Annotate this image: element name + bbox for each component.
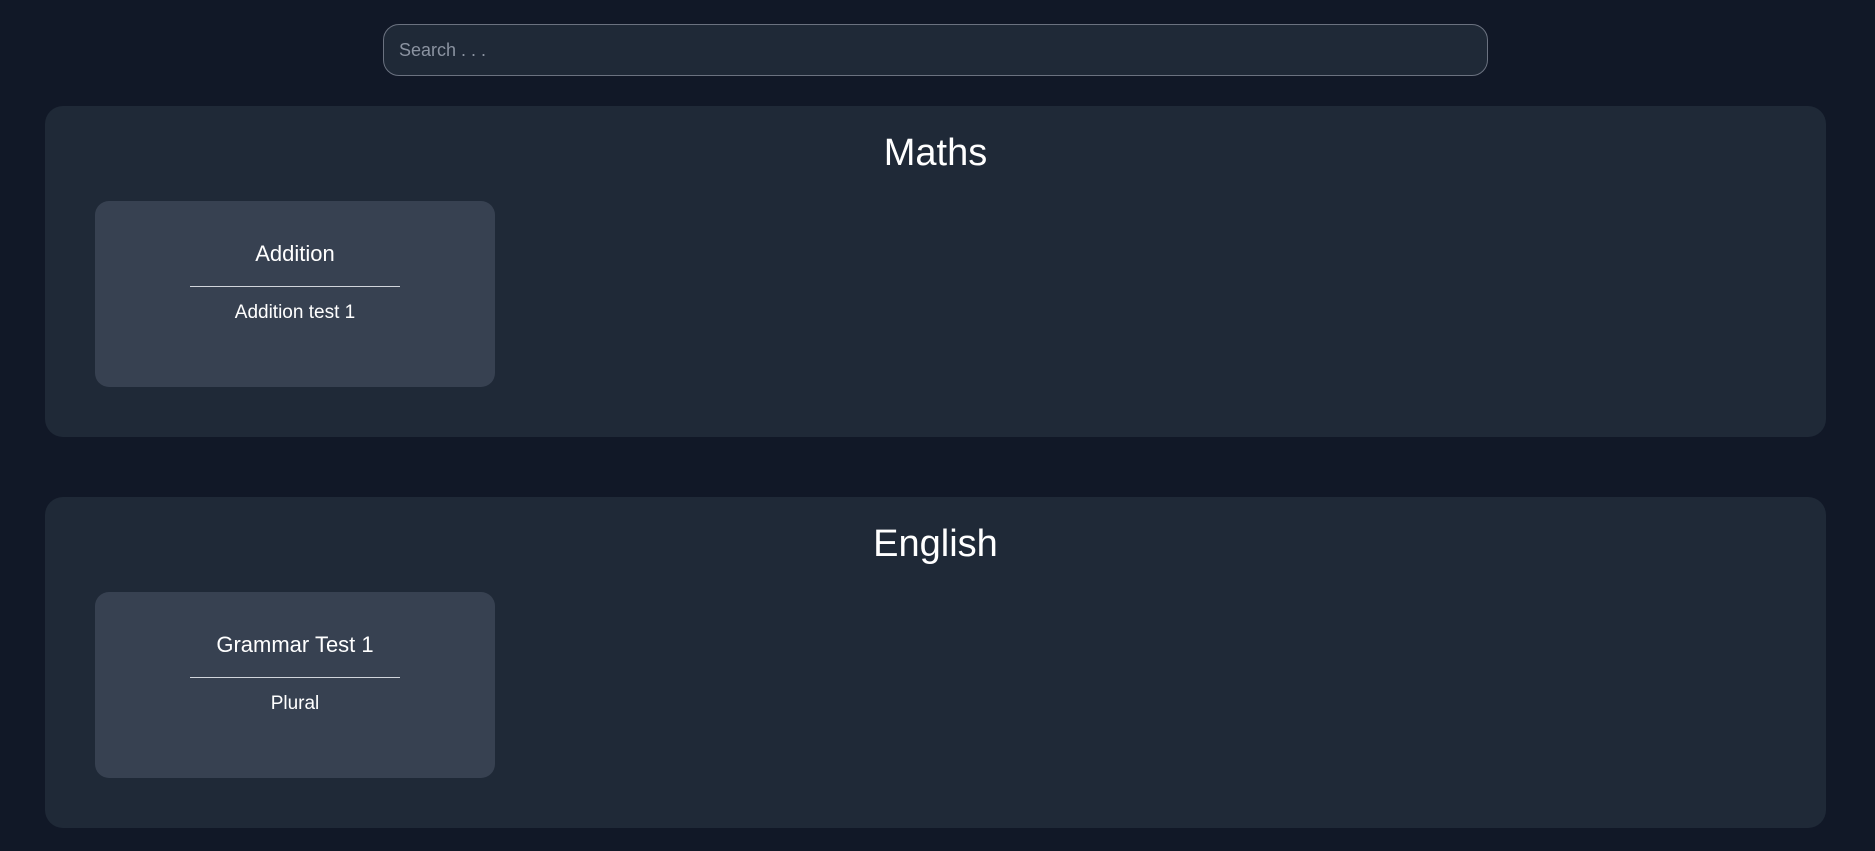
card-title: Grammar Test 1 bbox=[216, 632, 374, 657]
section-title: Maths bbox=[883, 132, 988, 174]
card-subtitle: Plural bbox=[270, 693, 320, 714]
card-divider bbox=[190, 286, 400, 287]
test-card-addition[interactable]: Addition Addition test 1 bbox=[95, 201, 495, 387]
search-input[interactable] bbox=[383, 24, 1488, 76]
section-english: English Grammar Test 1 Plural bbox=[45, 497, 1826, 828]
page: Maths Addition Addition test 1 English G… bbox=[0, 0, 1875, 851]
section-maths: Maths Addition Addition test 1 bbox=[45, 106, 1826, 437]
section-title: English bbox=[873, 523, 998, 565]
search-bar bbox=[383, 24, 1488, 76]
test-card-grammar[interactable]: Grammar Test 1 Plural bbox=[95, 592, 495, 778]
card-title: Addition bbox=[255, 241, 335, 266]
card-divider bbox=[190, 677, 400, 678]
card-subtitle: Addition test 1 bbox=[234, 302, 356, 323]
